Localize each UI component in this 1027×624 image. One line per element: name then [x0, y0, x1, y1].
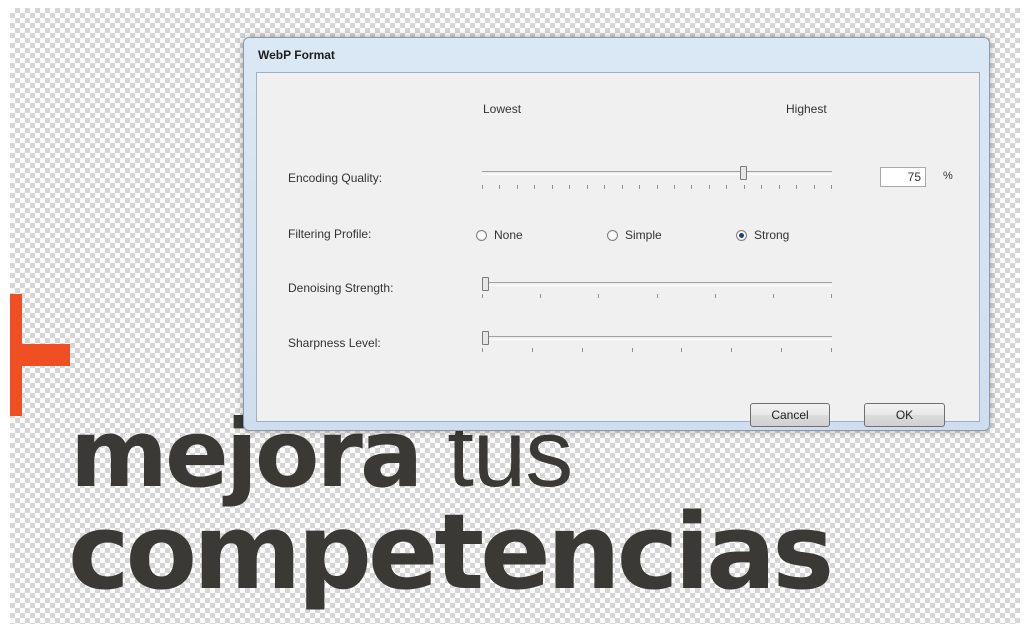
slider-tick — [657, 294, 658, 298]
quality-scale-high-label: Highest — [786, 102, 827, 116]
webp-format-dialog: WebP Format Lowest Highest Encoding Qual… — [243, 37, 990, 431]
dialog-client-area: Lowest Highest Encoding Quality: 75 % Fi… — [256, 72, 980, 427]
ok-button[interactable]: OK — [864, 403, 945, 427]
slider-tick — [482, 348, 483, 352]
plus-sign-horizontal — [10, 344, 70, 366]
slider-tick — [482, 185, 483, 189]
encoding-quality-input[interactable]: 75 — [880, 167, 926, 187]
denoising-strength-slider[interactable] — [482, 274, 832, 304]
radio-option-simple[interactable]: Simple — [607, 228, 687, 244]
slider-tick — [552, 185, 553, 189]
slider-tick — [773, 294, 774, 298]
dialog-title[interactable]: WebP Format — [244, 38, 989, 72]
filtering-profile-label: Filtering Profile: — [288, 227, 372, 241]
slider-thumb[interactable] — [740, 166, 747, 180]
slider-tick — [726, 185, 727, 189]
slider-tick — [540, 294, 541, 298]
slider-tick — [604, 185, 605, 189]
slider-tick — [657, 185, 658, 189]
slider-tick — [534, 185, 535, 189]
radio-simple-indicator[interactable] — [607, 230, 618, 241]
slider-tick — [681, 348, 682, 352]
sharpness-level-label: Sharpness Level: — [288, 336, 381, 350]
radio-option-none[interactable]: None — [476, 228, 556, 244]
percent-unit-label: % — [943, 170, 953, 182]
slider-tick — [709, 185, 710, 189]
slider-tick — [715, 294, 716, 298]
radio-none-indicator[interactable] — [476, 230, 487, 241]
radio-none-label: None — [494, 228, 523, 242]
slider-tick — [831, 294, 832, 298]
slider-tick — [517, 185, 518, 189]
slider-tick — [779, 185, 780, 189]
cancel-button[interactable]: Cancel — [750, 403, 830, 427]
slider-tick — [831, 185, 832, 189]
slider-tick — [761, 185, 762, 189]
slider-tick — [744, 185, 745, 189]
slider-tick — [499, 185, 500, 189]
denoising-strength-label: Denoising Strength: — [288, 281, 394, 295]
slider-tick — [582, 348, 583, 352]
radio-simple-label: Simple — [625, 228, 662, 242]
slider-tick — [781, 348, 782, 352]
radio-option-strong[interactable]: Strong — [736, 228, 816, 244]
slider-tick — [482, 294, 483, 298]
encoding-quality-label: Encoding Quality: — [288, 171, 383, 185]
slider-tick — [814, 185, 815, 189]
slider-tick — [587, 185, 588, 189]
slider-thumb[interactable] — [482, 331, 489, 345]
slider-track — [482, 336, 832, 340]
sharpness-level-slider[interactable] — [482, 328, 832, 358]
encoding-quality-slider[interactable] — [482, 163, 832, 193]
slider-tick — [831, 348, 832, 352]
quality-scale-low-label: Lowest — [483, 102, 522, 116]
slider-tick — [639, 185, 640, 189]
slider-tick — [598, 294, 599, 298]
slider-tick — [796, 185, 797, 189]
slider-track — [482, 282, 832, 286]
headline-line-2: competencias — [68, 491, 834, 613]
slider-tick — [674, 185, 675, 189]
slider-tick — [691, 185, 692, 189]
radio-strong-label: Strong — [754, 228, 790, 242]
slider-tick — [532, 348, 533, 352]
slider-tick — [569, 185, 570, 189]
slider-track — [482, 171, 832, 175]
slider-tick — [731, 348, 732, 352]
slider-thumb[interactable] — [482, 277, 489, 291]
radio-strong-indicator[interactable] — [736, 230, 747, 241]
slider-tick — [622, 185, 623, 189]
slider-tick — [632, 348, 633, 352]
